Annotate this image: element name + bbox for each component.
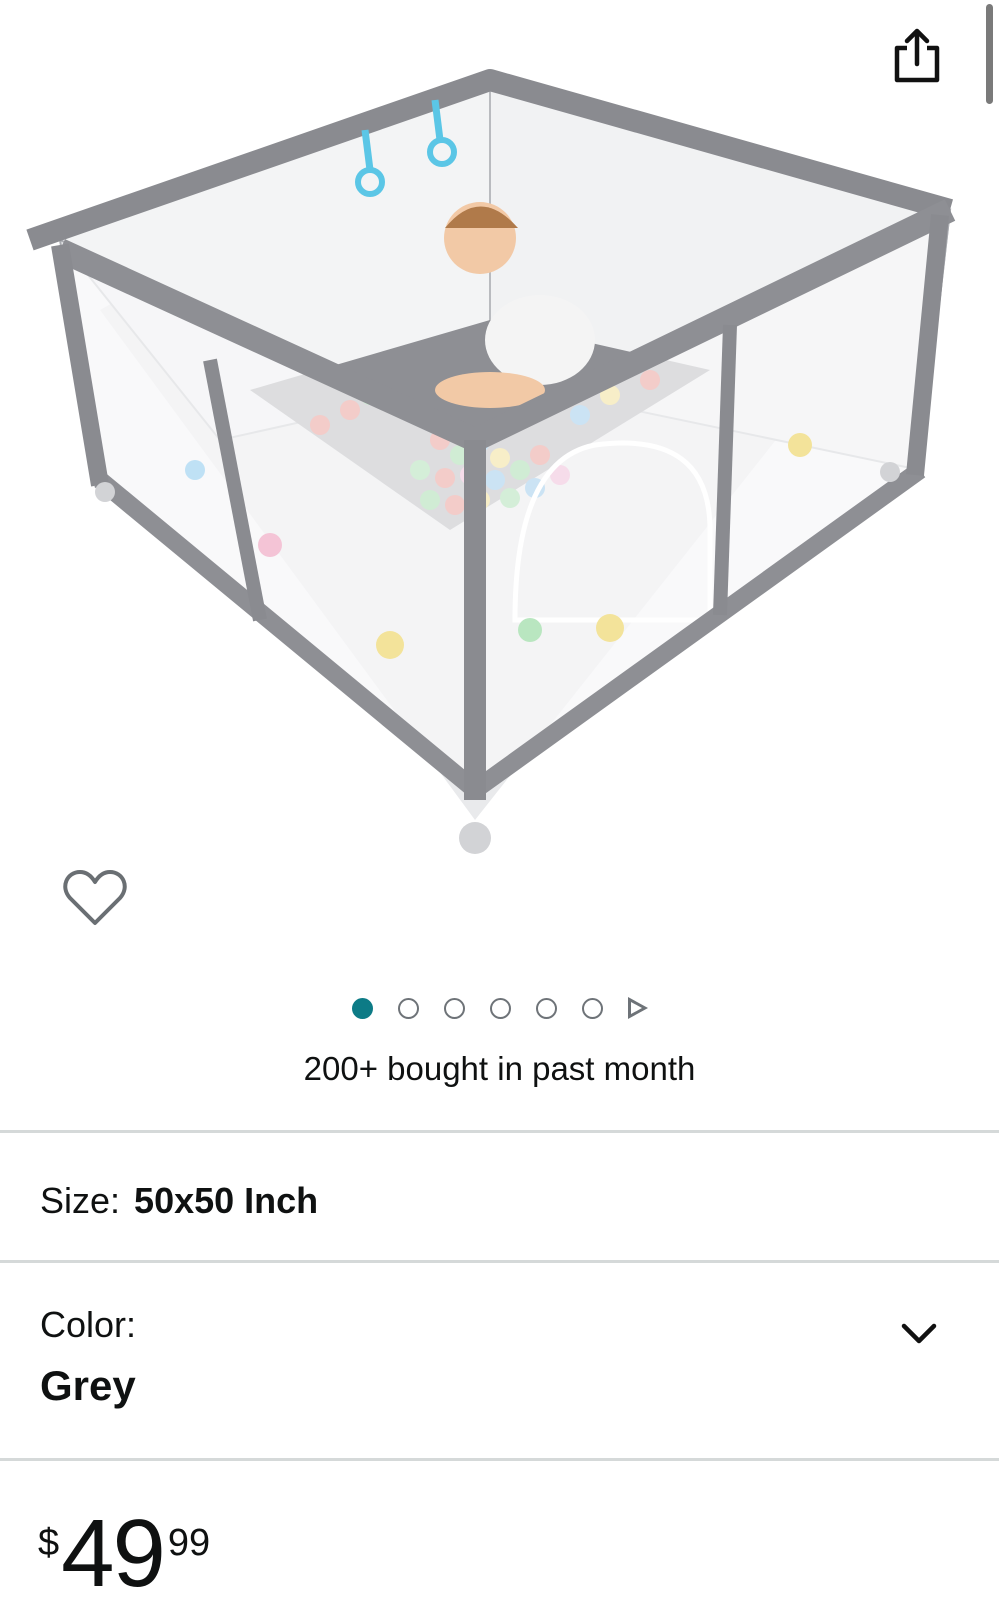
wishlist-button[interactable] — [62, 868, 128, 928]
divider — [0, 1130, 999, 1133]
color-dropdown[interactable]: Color: Grey — [0, 1266, 999, 1460]
price-whole: 49 — [61, 1500, 166, 1607]
scrollbar[interactable] — [986, 4, 993, 104]
price-currency-symbol: $ — [38, 1522, 60, 1564]
size-value: 50x50 Inch — [134, 1180, 319, 1221]
carousel-indicators — [0, 990, 999, 1026]
social-proof-text: 200+ bought in past month — [303, 1050, 696, 1087]
play-triangle-icon[interactable] — [627, 997, 648, 1019]
carousel-dot[interactable] — [443, 997, 465, 1019]
carousel-dot[interactable] — [397, 997, 419, 1019]
carousel-dot[interactable] — [535, 997, 557, 1019]
product-image[interactable] — [20, 60, 980, 880]
price-fraction: 99 — [167, 1522, 211, 1564]
chevron-down-icon — [901, 1323, 937, 1344]
carousel-dot[interactable] — [581, 997, 603, 1019]
divider — [0, 1260, 999, 1263]
color-value: Grey — [40, 1362, 136, 1409]
size-label: Size: — [40, 1180, 121, 1221]
color-label: Color: — [40, 1304, 137, 1345]
divider — [0, 1458, 999, 1461]
price: $49 99 — [38, 1500, 211, 1607]
carousel-dot[interactable] — [489, 997, 511, 1019]
carousel-dot[interactable] — [351, 997, 373, 1019]
size-selector[interactable]: Size: 50x50 Inch — [40, 1180, 318, 1222]
heart-icon — [63, 870, 127, 925]
